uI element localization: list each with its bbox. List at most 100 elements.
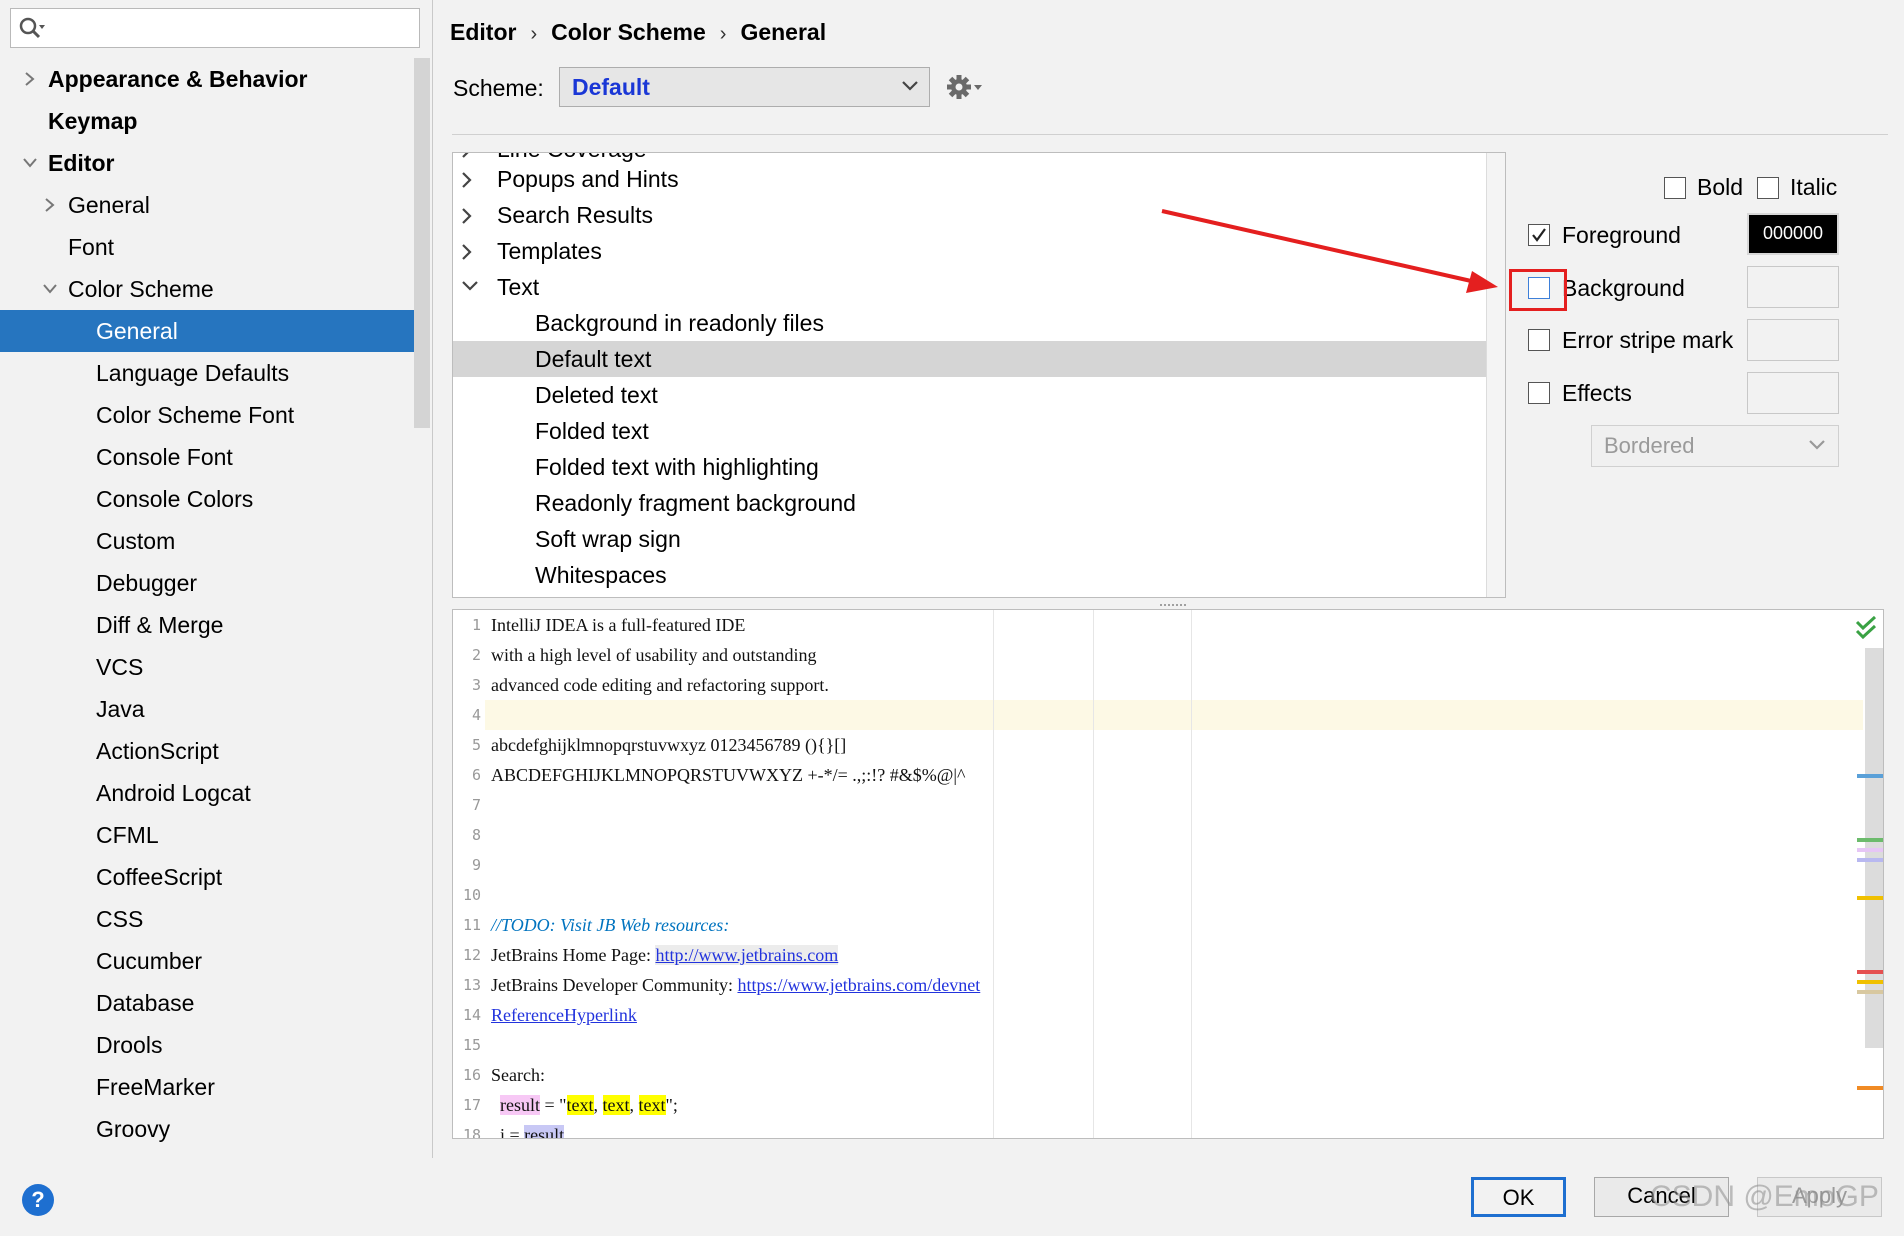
help-button[interactable]: ? — [22, 1184, 54, 1216]
sidebar-item-general[interactable]: General — [0, 310, 416, 352]
attribute-item-label: Default text — [535, 346, 652, 372]
jetbrains-home-link[interactable]: http://www.jetbrains.com — [655, 945, 839, 965]
line-number: 17 — [462, 1096, 481, 1114]
sidebar-item-android-logcat[interactable]: Android Logcat — [0, 772, 416, 814]
sidebar-item-console-font[interactable]: Console Font — [0, 436, 416, 478]
chevron-right-icon[interactable] — [461, 233, 481, 269]
sidebar-item-language-defaults[interactable]: Language Defaults — [0, 352, 416, 394]
sidebar-item-actionscript[interactable]: ActionScript — [0, 730, 416, 772]
sidebar-item-color-scheme-font[interactable]: Color Scheme Font — [0, 394, 416, 436]
chevron-down-icon[interactable] — [18, 142, 40, 184]
attribute-item-background-in-readonly-files[interactable]: Background in readonly files — [453, 305, 1487, 341]
sidebar-item-appearance-behavior[interactable]: Appearance & Behavior — [0, 58, 416, 100]
settings-search-input[interactable] — [10, 8, 420, 48]
settings-tree: Appearance & Behavior Keymap Editor General… — [0, 58, 416, 1150]
error-stripe-marker[interactable] — [1857, 980, 1883, 984]
chevron-down-icon[interactable] — [38, 268, 60, 310]
italic-checkbox[interactable] — [1757, 177, 1779, 199]
attribute-item-soft-wrap-sign[interactable]: Soft wrap sign — [453, 521, 1487, 557]
color-scheme-preview[interactable]: 1 2 3 4 5 6 7 8 9 10 11 12 13 14 15 16 17 18 IntelliJ IDE… — [452, 609, 1884, 1139]
search-icon — [19, 17, 45, 39]
code-text: = — [505, 1125, 525, 1139]
sidebar-item-color-scheme[interactable]: Color Scheme — [0, 268, 416, 310]
sidebar-item-cfml[interactable]: CFML — [0, 814, 416, 856]
attribute-item-label: Text — [497, 274, 540, 300]
sidebar-item-cucumber[interactable]: Cucumber — [0, 940, 416, 982]
sidebar-item-keymap[interactable]: Keymap — [0, 100, 416, 142]
ok-button[interactable]: OK — [1471, 1177, 1566, 1217]
effects-type-dropdown[interactable]: Bordered — [1591, 425, 1839, 467]
bold-checkbox[interactable] — [1664, 177, 1686, 199]
jetbrains-devnet-link[interactable]: https://www.jetbrains.com/devnet — [737, 975, 980, 995]
attribute-item-folded-text-with-highlighting[interactable]: Folded text with highlighting — [453, 449, 1487, 485]
sidebar-item-java[interactable]: Java — [0, 688, 416, 730]
error-stripe-marker[interactable] — [1857, 970, 1883, 974]
error-stripe-marker[interactable] — [1857, 838, 1883, 842]
sidebar-item-custom[interactable]: Custom — [0, 520, 416, 562]
sidebar-item-label: FreeMarker — [96, 1074, 215, 1100]
attribute-item-readonly-fragment-background[interactable]: Readonly fragment background — [453, 485, 1487, 521]
sidebar-item-coffeescript[interactable]: CoffeeScript — [0, 856, 416, 898]
chevron-right-icon[interactable] — [461, 197, 481, 233]
attribute-item-whitespaces[interactable]: Whitespaces — [453, 557, 1487, 593]
sidebar-item-label: Drools — [96, 1032, 163, 1058]
line-number: 18 — [462, 1126, 481, 1139]
sidebar-scrollbar[interactable] — [414, 58, 430, 428]
scheme-dropdown[interactable]: Default — [559, 67, 930, 107]
sidebar-item-debugger[interactable]: Debugger — [0, 562, 416, 604]
chevron-right-icon[interactable] — [18, 58, 40, 100]
sidebar-item-editor[interactable]: Editor — [0, 142, 416, 184]
gear-icon[interactable] — [945, 72, 985, 102]
effects-color-swatch[interactable] — [1747, 372, 1839, 414]
sidebar-item-vcs[interactable]: VCS — [0, 646, 416, 688]
foreground-label: Foreground — [1562, 222, 1681, 248]
sidebar-item-label: Cucumber — [96, 948, 203, 974]
chevron-right-icon[interactable] — [38, 184, 60, 226]
attribute-item-folded-text[interactable]: Folded text — [453, 413, 1487, 449]
error-stripe-checkbox[interactable] — [1528, 329, 1550, 351]
attribute-item-label: Popups and Hints — [497, 166, 679, 192]
chevron-right-icon[interactable] — [461, 161, 481, 197]
sidebar-item-drools[interactable]: Drools — [0, 1024, 416, 1066]
foreground-color-swatch[interactable]: 000000 — [1747, 213, 1839, 255]
error-stripe-marker[interactable] — [1857, 990, 1883, 994]
sidebar-item-freemarker[interactable]: FreeMarker — [0, 1066, 416, 1108]
sidebar-item-css[interactable]: CSS — [0, 898, 416, 940]
error-stripe-marker[interactable] — [1857, 848, 1883, 852]
error-stripe-marker[interactable] — [1857, 774, 1883, 778]
attribute-item-deleted-text[interactable]: Deleted text — [453, 377, 1487, 413]
sidebar-item-font[interactable]: Font — [0, 226, 416, 268]
search-result-text: text — [602, 1095, 630, 1115]
sidebar-item-diff-merge[interactable]: Diff & Merge — [0, 604, 416, 646]
code-text: JetBrains Developer Community: — [491, 975, 738, 995]
search-result-var: result — [500, 1095, 540, 1115]
sidebar-item-groovy[interactable]: Groovy — [0, 1108, 416, 1150]
error-stripe-marker[interactable] — [1857, 858, 1883, 862]
sidebar-item-console-colors[interactable]: Console Colors — [0, 478, 416, 520]
code-text: , — [629, 1095, 639, 1115]
sidebar-item-label: Android Logcat — [96, 780, 251, 806]
attribute-item-label: Readonly fragment background — [535, 490, 856, 516]
foreground-checkbox[interactable] — [1528, 224, 1550, 246]
chevron-down-icon[interactable] — [461, 269, 481, 305]
search-result-ref: result — [524, 1125, 565, 1138]
effects-checkbox[interactable] — [1528, 382, 1550, 404]
background-color-swatch[interactable] — [1747, 266, 1839, 308]
sidebar-item-general[interactable]: General — [0, 184, 416, 226]
error-stripe-color-swatch[interactable] — [1747, 319, 1839, 361]
line-number: 9 — [471, 856, 481, 874]
error-stripe-marker[interactable] — [1857, 896, 1883, 900]
attribute-item-popups-and-hints[interactable]: Popups and Hints — [453, 161, 1487, 197]
breadcrumb-general: General — [740, 19, 827, 45]
attribute-item-default-text[interactable]: Default text — [453, 341, 1487, 377]
code-line-17: result = "text, text, text"; — [491, 1090, 678, 1120]
sidebar-item-database[interactable]: Database — [0, 982, 416, 1024]
indent-guide — [1191, 610, 1192, 1138]
reference-hyperlink[interactable]: ReferenceHyperlink — [491, 1005, 637, 1025]
header-divider — [452, 134, 1888, 135]
error-stripe-marker[interactable] — [1857, 1086, 1883, 1090]
effects-type-value: Bordered — [1604, 433, 1695, 458]
sidebar-item-label: Debugger — [96, 570, 198, 596]
